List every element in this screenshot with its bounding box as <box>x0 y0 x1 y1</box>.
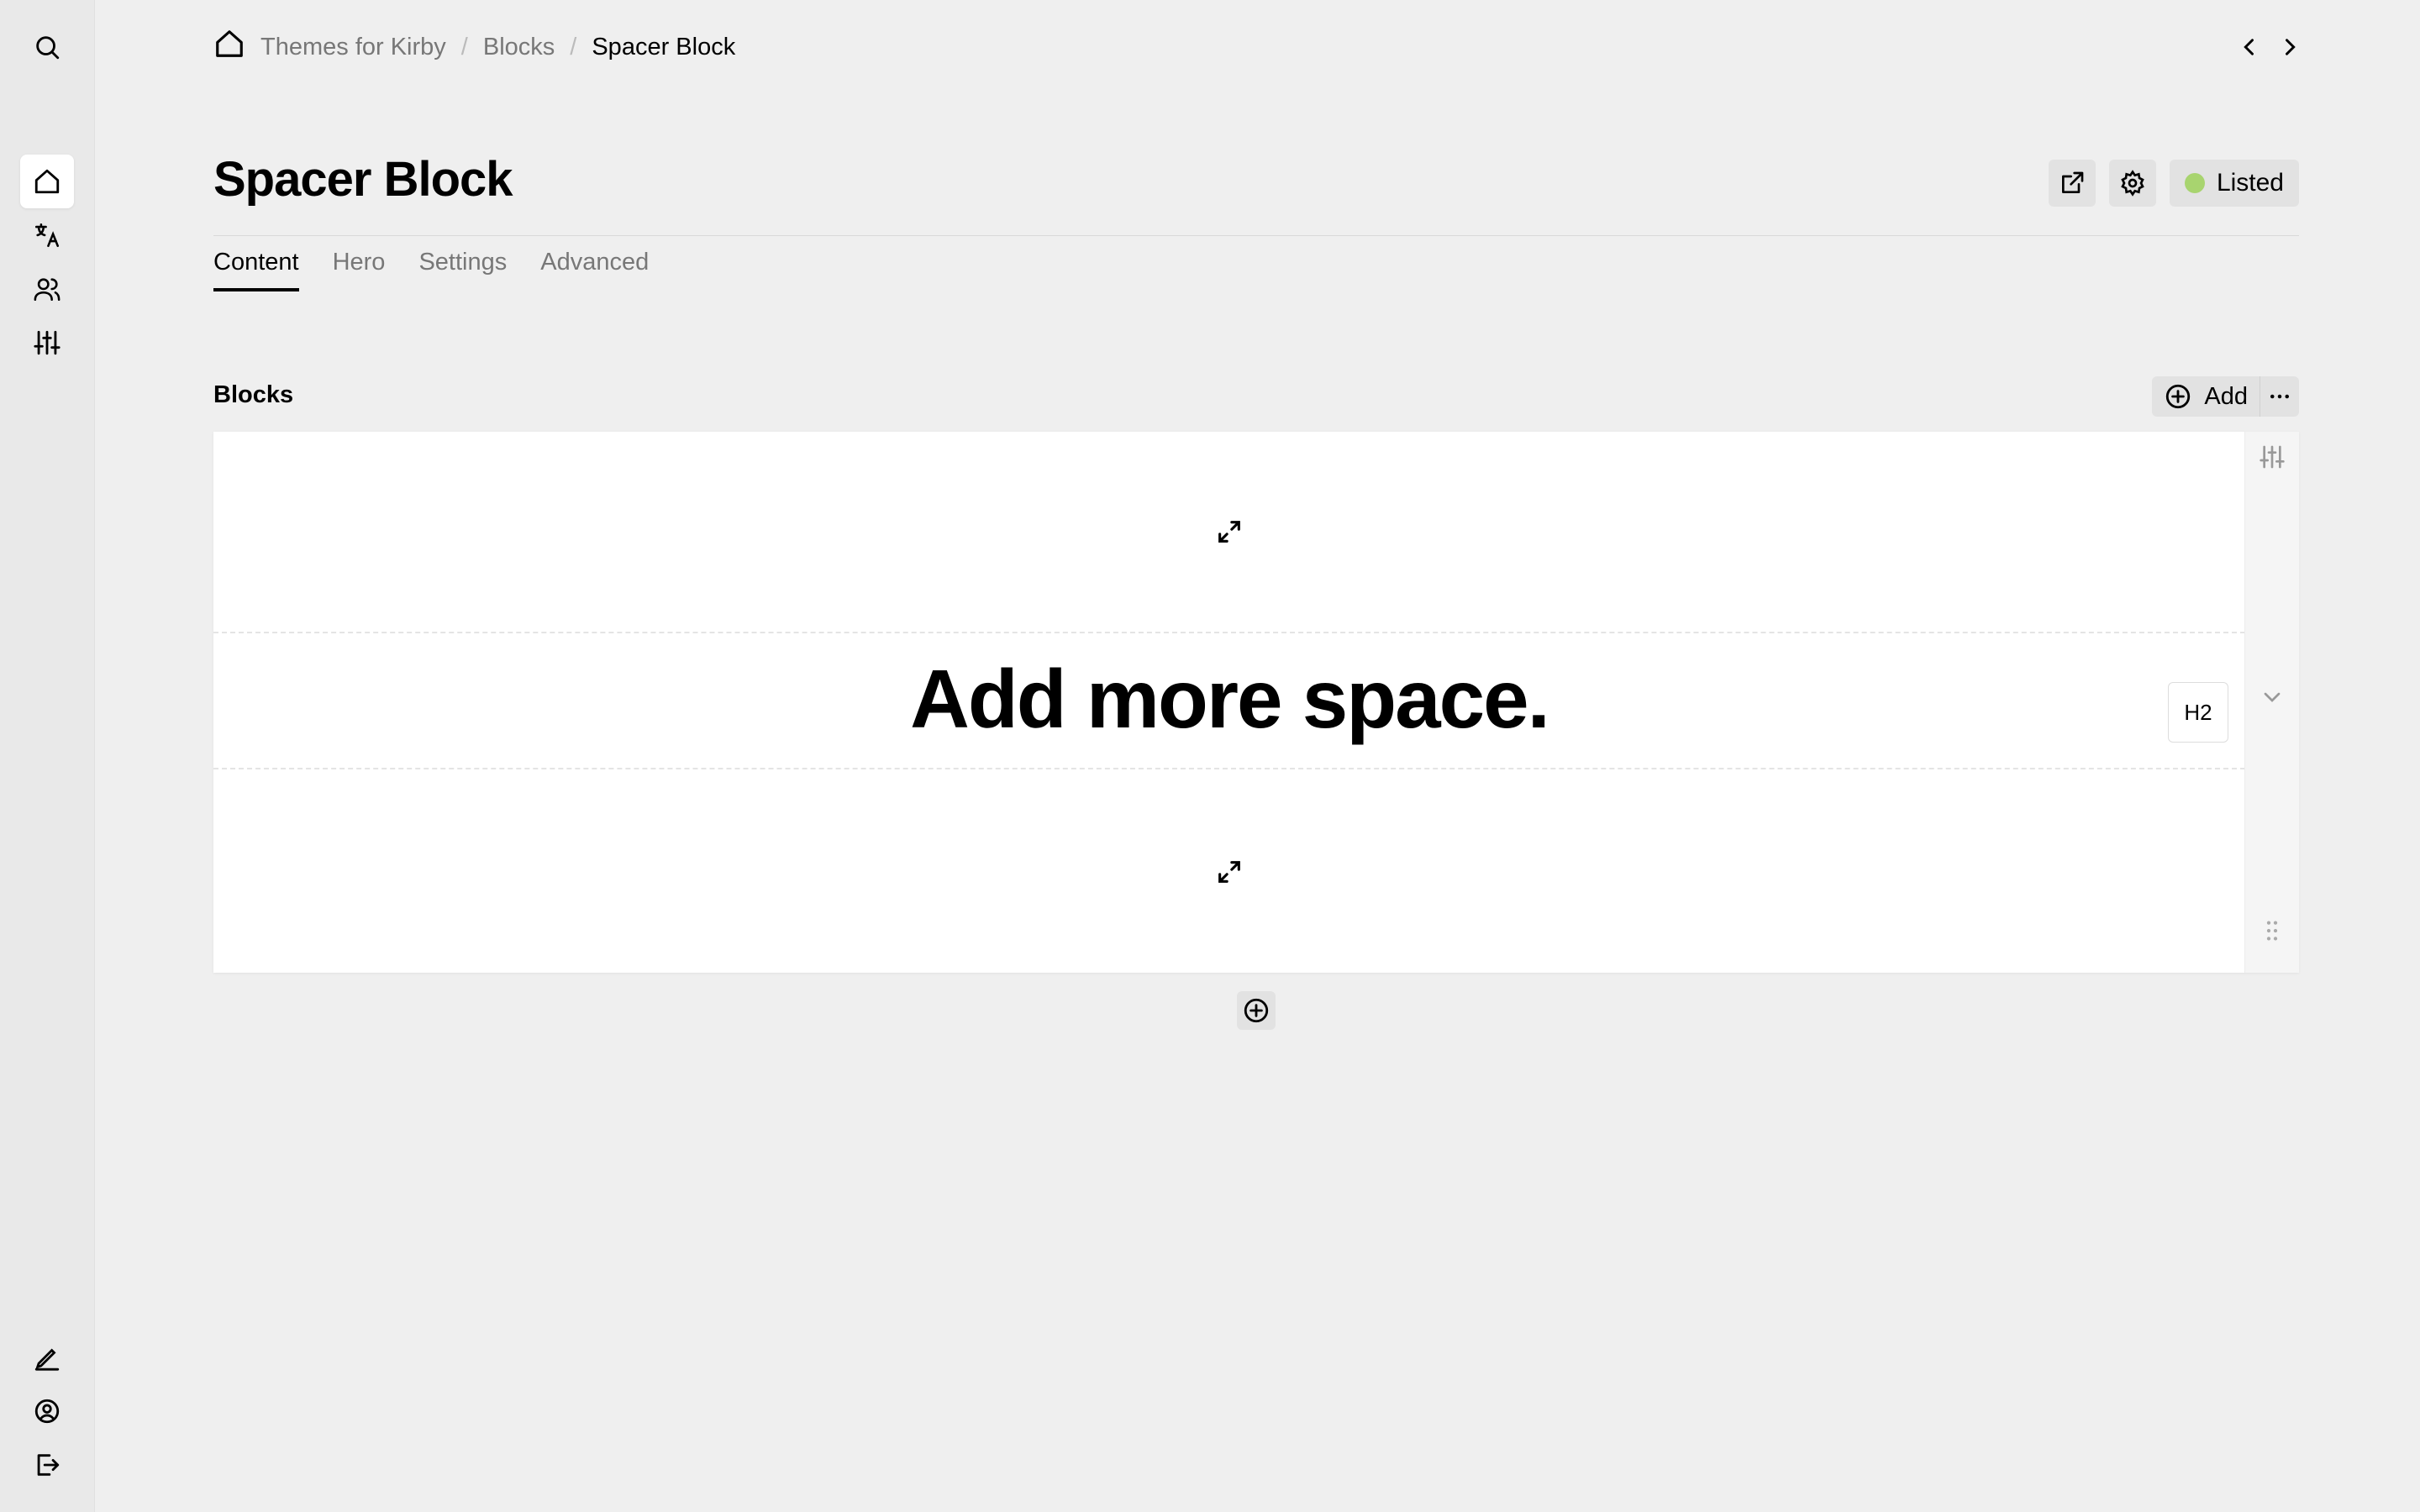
block-settings-icon[interactable] <box>2259 444 2286 470</box>
account-icon[interactable] <box>20 1384 74 1438</box>
status-label: Listed <box>2216 169 2284 197</box>
spacer-top-area[interactable] <box>213 432 2245 633</box>
tabs: Content Hero Settings Advanced <box>213 249 649 291</box>
tab-advanced[interactable]: Advanced <box>540 249 649 291</box>
drag-handle-icon[interactable] <box>2259 917 2286 944</box>
breadcrumb-separator: / <box>460 33 468 60</box>
heading-block[interactable]: Add more space. H2 <box>213 633 2245 768</box>
tab-settings[interactable]: Settings <box>418 249 507 291</box>
page-pagination <box>2237 29 2302 66</box>
heading-text[interactable]: Add more space. <box>213 652 2245 747</box>
add-block-button[interactable]: Add <box>2152 376 2260 417</box>
settings-sliders-icon <box>34 330 60 355</box>
append-block-button[interactable] <box>1237 991 1276 1030</box>
chevron-down-icon[interactable] <box>2259 684 2286 711</box>
edit-icon[interactable] <box>20 1331 74 1384</box>
external-link-icon <box>2061 171 2084 193</box>
status-dot-icon <box>2184 173 2205 193</box>
logout-icon[interactable] <box>20 1438 74 1492</box>
expand-icon <box>1218 861 1240 883</box>
expand-icon <box>1218 521 1240 543</box>
page-title: Spacer Block <box>213 152 513 207</box>
blocks-field-actions: Add <box>2152 376 2299 417</box>
search-icon[interactable] <box>20 20 74 74</box>
tab-hero[interactable]: Hero <box>333 249 386 291</box>
sidebar-item-site[interactable] <box>20 155 74 208</box>
dots-horizontal-icon <box>2270 394 2289 399</box>
breadcrumb-separator: / <box>570 33 577 60</box>
spacer-block[interactable]: Add more space. H2 <box>213 432 2299 973</box>
sidebar-item-languages[interactable] <box>20 208 74 262</box>
breadcrumb: Themes for Kirby / Blocks / Spacer Block <box>213 27 735 67</box>
spacer-bottom-area[interactable] <box>213 768 2245 974</box>
page-settings-button[interactable] <box>2108 160 2156 207</box>
home-icon <box>34 169 60 194</box>
breadcrumb-item-current[interactable]: Spacer Block <box>592 34 735 61</box>
page-actions: Listed <box>2048 160 2299 207</box>
blocks-field-label: Blocks <box>213 381 294 408</box>
gear-icon <box>2121 170 2144 197</box>
sidebar-item-users[interactable] <box>20 262 74 316</box>
block-toolbar <box>2244 432 2299 973</box>
heading-level-button[interactable]: H2 <box>2168 682 2228 743</box>
users-icon <box>34 278 60 302</box>
sidebar-item-system[interactable] <box>20 316 74 370</box>
breadcrumb-item-site[interactable]: Themes for Kirby <box>260 34 446 61</box>
add-block-label: Add <box>2204 382 2248 410</box>
blocks-options-button[interactable] <box>2260 376 2299 417</box>
languages-icon <box>34 223 60 248</box>
tab-content[interactable]: Content <box>213 249 299 291</box>
status-button[interactable]: Listed <box>2169 160 2299 207</box>
header-divider <box>213 235 2299 236</box>
open-page-button[interactable] <box>2048 160 2096 207</box>
sidebar <box>0 0 95 1512</box>
breadcrumb-item-blocks[interactable]: Blocks <box>483 34 555 61</box>
chevron-left-icon[interactable] <box>2237 29 2262 66</box>
home-icon[interactable] <box>213 28 245 66</box>
plus-circle-icon <box>1244 998 1269 1023</box>
chevron-right-icon[interactable] <box>2277 29 2302 66</box>
plus-circle-icon <box>2166 384 2191 409</box>
